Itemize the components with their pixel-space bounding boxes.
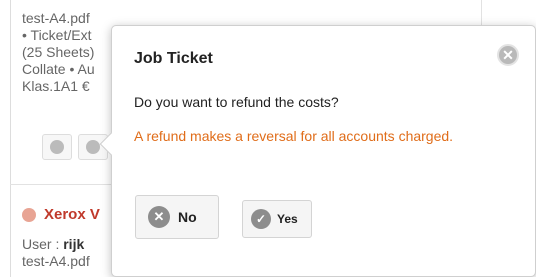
check-circle-icon: ✓ [251, 209, 271, 229]
entry-action-buttons [42, 134, 108, 160]
dialog-warning: A refund makes a reversal for all accoun… [134, 128, 454, 144]
dialog-question: Do you want to refund the costs? [134, 94, 339, 110]
dialog-title: Job Ticket [134, 50, 213, 67]
job-ticket-dialog: Job Ticket ✕ Do you want to refund the c… [99, 25, 536, 277]
user-label: User : [22, 236, 64, 252]
status-dot-icon [22, 207, 36, 222]
cancel-icon [86, 140, 100, 154]
user-name: rijk [63, 236, 85, 252]
printer-row: Xerox V [22, 206, 100, 223]
close-button[interactable]: ✕ [497, 44, 519, 66]
lock-icon [50, 140, 64, 154]
user-info: User : rijk test-A4.pdf [22, 236, 90, 270]
job-entry: test-A4.pdf • Ticket/Ext (25 Sheets) Col… [22, 10, 95, 95]
entry-line: • Ticket/Ext [22, 27, 92, 43]
yes-button[interactable]: ✓ Yes [242, 200, 312, 238]
yes-button-label: Yes [277, 212, 298, 226]
entry-line: Klas.1A1 € [22, 78, 90, 94]
cancel-circle-icon: ✕ [148, 206, 170, 228]
no-button[interactable]: ✕ No [135, 195, 219, 239]
entry-line: (25 Sheets) [22, 44, 95, 60]
no-button-label: No [178, 209, 197, 225]
entry-line: Collate • Au [22, 61, 95, 77]
entry-line: test-A4.pdf [22, 10, 90, 26]
printer-name[interactable]: Xerox V [44, 206, 100, 223]
close-icon: ✕ [502, 46, 514, 63]
lock-button[interactable] [42, 134, 72, 160]
file-name: test-A4.pdf [22, 253, 90, 269]
